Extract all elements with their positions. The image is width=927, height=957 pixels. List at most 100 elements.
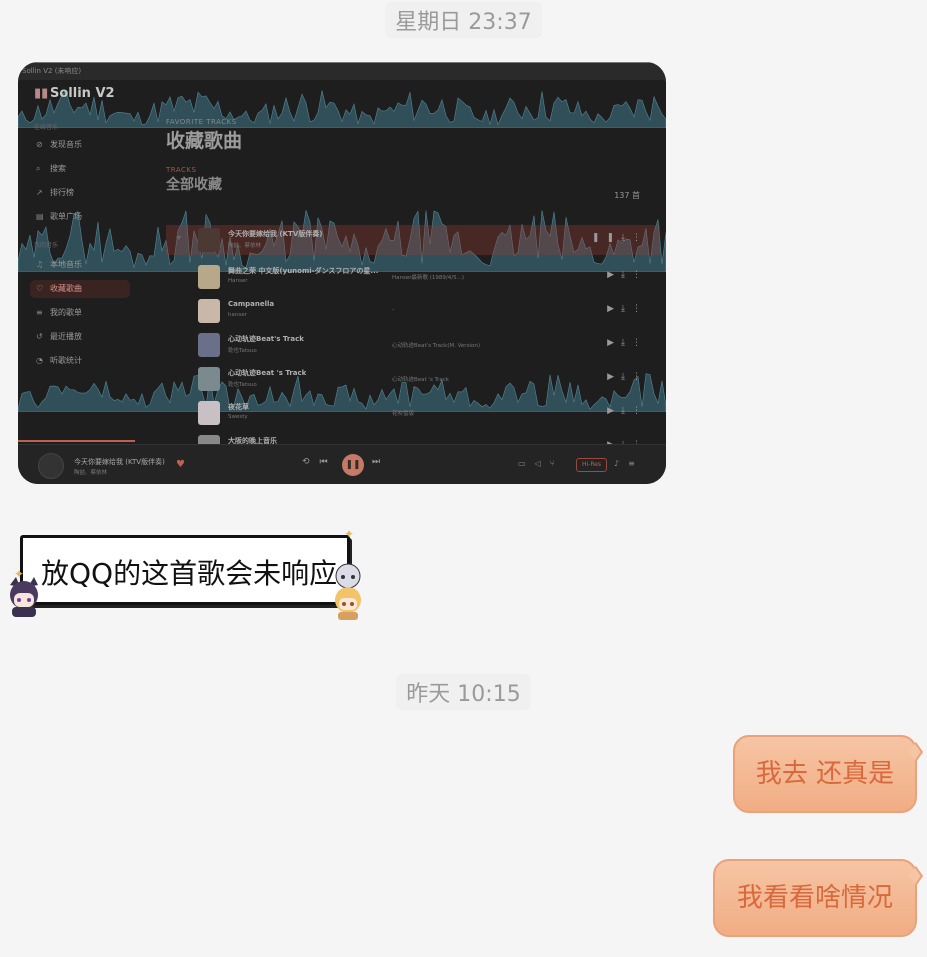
next-icon[interactable]: ⏭ (372, 457, 390, 467)
track-count: 137 首 (614, 191, 640, 200)
album-cover (198, 401, 220, 425)
track-title: Campanella (228, 300, 275, 308)
branch-icon[interactable]: ⑂ (550, 459, 564, 468)
outgoing-message[interactable]: 我去 还真是 (733, 735, 917, 813)
more-icon[interactable]: ⋮ (632, 270, 648, 280)
more-icon[interactable]: ⋮ (632, 372, 648, 382)
page-header: FAVORITE TRACKS 收藏歌曲 (166, 118, 242, 153)
lyrics-icon[interactable]: ▭ (518, 459, 535, 468)
track-artist: 乾也Tatsuo (228, 348, 257, 354)
download-icon[interactable]: ⤓ (621, 406, 632, 416)
track-row[interactable]: 心动轨迹Beat's Track 乾也Tatsuo 心动轨迹Beat's Track… (166, 330, 660, 360)
sidebar-item-label: 本地音乐 (50, 260, 82, 269)
chibi-character-right (335, 563, 361, 620)
outgoing-message[interactable]: 我看看啥情况 (713, 859, 917, 937)
play-icon[interactable]: ▶ (607, 304, 621, 314)
sticker-message[interactable]: 放QQ的这首歌会未响应 (20, 535, 350, 605)
volume-icon[interactable]: ♪ (614, 459, 628, 468)
more-icon[interactable]: ⋮ (632, 233, 648, 243)
track-title: 心动轨迹Beat's Track (228, 335, 304, 343)
favorite-heart-icon[interactable]: ♥ (176, 459, 185, 470)
compass-icon: ⊘ (36, 140, 43, 149)
play-icon[interactable]: ▶ (607, 372, 621, 382)
row-actions: ▶⤓⋮ (607, 372, 648, 382)
repeat-icon[interactable]: ⟲ (302, 457, 320, 467)
track-artist: 乾也Tatsuo (228, 382, 257, 388)
now-playing-artist: 陶喆、蔡依林 (74, 470, 108, 476)
sidebar-item-local[interactable]: ♫ 本地音乐 (30, 256, 130, 274)
section-title: 全部收藏 (166, 177, 222, 193)
sidebar-item-search[interactable]: ⌕ 搜索 (30, 160, 130, 178)
more-icon[interactable]: ⋮ (632, 304, 648, 314)
screenshot-message[interactable]: Sollin V2 (未响应) ▮▮ Sollin V2 在线音乐 ⊘ 发现音乐 ⌕… (18, 62, 666, 484)
sticker-text: 放QQ的这首歌会未响应 (41, 557, 338, 590)
more-icon[interactable]: ⋮ (632, 406, 648, 416)
play-icon[interactable]: ▶ (607, 406, 621, 416)
previous-icon[interactable]: ⏮ (320, 457, 338, 467)
sidebar-item-discover[interactable]: ⊘ 发现音乐 (30, 136, 130, 154)
sidebar-item-my-playlists[interactable]: ≡ 我的歌单 (30, 304, 130, 322)
row-actions: ▶⤓⋮ (607, 270, 648, 280)
timestamp-1: 星期日 23:37 (0, 2, 927, 38)
track-album: 花吹雪版 (392, 411, 415, 417)
sidebar-item-label: 最近播放 (50, 332, 82, 341)
download-icon[interactable]: ⤓ (621, 233, 632, 243)
track-artist: 陶喆、蔡依林 (228, 243, 262, 249)
download-icon[interactable]: ⤓ (621, 338, 632, 348)
download-icon[interactable]: ⤓ (621, 304, 632, 314)
track-row[interactable]: 夜花草 Swesty 花吹雪版 ▶⤓⋮ (166, 398, 660, 428)
section-eyebrow: TRACKS (166, 166, 197, 174)
sidebar-item-label: 我的歌单 (50, 308, 82, 317)
list-icon: ≡ (36, 308, 43, 317)
quality-badge[interactable]: Hi-Res (576, 458, 608, 472)
heart-icon: ♡ (36, 284, 44, 293)
album-cover (198, 333, 220, 357)
track-row[interactable]: ♥ 今天你要嫁给我 (KTV版伴奏) 陶喆、蔡依林 ❚❚⤓⋮ (166, 225, 660, 255)
track-row[interactable]: 舞曲之荣 中文版(yunomi-ダンスフロアの星... Hanser Hanser最… (166, 262, 660, 292)
sidebar-item-recent[interactable]: ↺ 最近播放 (30, 328, 130, 346)
track-row[interactable]: 心动轨迹Beat 's Track 乾也Tatsuo 心动轨迹Beat 's Tra… (166, 364, 660, 394)
queue-icon[interactable]: ≡ (628, 459, 644, 468)
play-icon[interactable]: ▶ (607, 338, 621, 348)
sparkle-icon: ✦ (344, 527, 355, 541)
album-disc[interactable] (38, 453, 64, 479)
pause-button[interactable]: ❚❚ (342, 454, 364, 476)
sidebar-item-favorites[interactable]: ♡ 收藏歌曲 (30, 280, 130, 298)
track-row[interactable]: Campanella hanser - ▶⤓⋮ (166, 296, 660, 326)
pause-icon[interactable]: ❚❚ (592, 233, 621, 243)
sidebar-section-label: 在线音乐 (34, 124, 59, 131)
app-name: Sollin V2 (50, 86, 115, 101)
sidebar-item-playlist-square[interactable]: ▤ 歌单广场 (30, 208, 130, 226)
track-title: 舞曲之荣 中文版(yunomi-ダンスフロアの星... (228, 267, 379, 275)
more-icon[interactable]: ⋮ (632, 338, 648, 348)
track-album: Hanser最新歌 (1989/4/5...) (392, 275, 464, 281)
timestamp-2: 昨天 10:15 (0, 674, 927, 710)
playback-progress[interactable] (18, 440, 135, 442)
track-title: 今天你要嫁给我 (KTV版伴奏) (228, 230, 323, 238)
chibi-character-left (10, 577, 38, 617)
player-tools: ▭◁⑂ (518, 459, 564, 468)
track-album: 心动轨迹Beat's Track(M. Version) (392, 343, 480, 349)
row-actions: ❚❚⤓⋮ (592, 233, 648, 243)
sidebar-item-label: 歌单广场 (50, 212, 82, 221)
playlist-icon: ▤ (36, 212, 44, 221)
playback-controls: ⟲⏮ (302, 457, 338, 467)
stats-icon: ◔ (36, 356, 43, 365)
message-text: 我去 还真是 (755, 759, 895, 789)
download-icon[interactable]: ⤓ (621, 270, 632, 280)
album-cover (198, 367, 220, 391)
share-icon[interactable]: ◁ (535, 459, 550, 468)
track-album: 心动轨迹Beat 's Track (392, 377, 449, 383)
row-actions: ▶⤓⋮ (607, 406, 648, 416)
play-icon[interactable]: ▶ (607, 270, 621, 280)
row-actions: ▶⤓⋮ (607, 338, 648, 348)
section-header: TRACKS 全部收藏 (166, 166, 222, 194)
next-control: ⏭ (372, 457, 390, 467)
track-title: 夜花草 (228, 403, 249, 411)
sidebar-item-charts[interactable]: ↗ 排行榜 (30, 184, 130, 202)
music-note-icon: ♫ (36, 260, 44, 269)
sidebar-item-label: 收藏歌曲 (50, 284, 82, 293)
sidebar-item-stats[interactable]: ◔ 听歌统计 (30, 352, 130, 370)
download-icon[interactable]: ⤓ (621, 372, 632, 382)
now-playing-title: 今天你要嫁给我 (KTV版伴奏) (74, 458, 165, 466)
